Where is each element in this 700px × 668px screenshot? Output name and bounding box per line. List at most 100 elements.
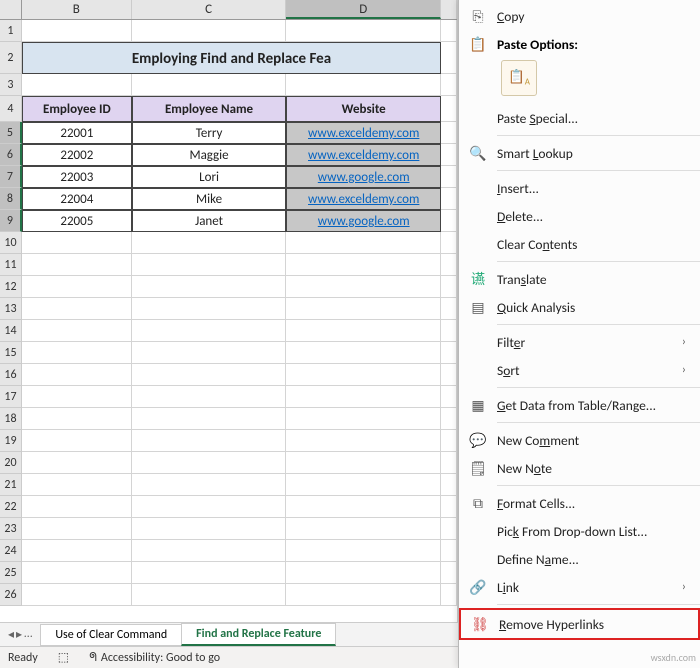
menu-get-data[interactable]: ▦Get Data from Table/Range...: [459, 391, 700, 419]
status-bar: Ready ⬚ ᖗAccessibility: Good to go: [0, 646, 458, 668]
header-web[interactable]: Website: [286, 96, 441, 122]
menu-pick-dropdown[interactable]: Pick From Drop-down List...: [459, 517, 700, 545]
cell-id[interactable]: 22001: [22, 122, 132, 144]
menu-link[interactable]: 🔗Link›: [459, 573, 700, 601]
col-header-b[interactable]: B: [22, 0, 132, 19]
nav-prev-icon[interactable]: ◂: [8, 627, 14, 642]
select-all-corner[interactable]: [0, 0, 22, 19]
col-header-e[interactable]: [441, 0, 457, 19]
chevron-right-icon: ›: [682, 580, 686, 594]
menu-format-cells[interactable]: ⧉Format Cells...: [459, 489, 700, 517]
row-num-25[interactable]: 25: [0, 562, 22, 584]
cell-id[interactable]: 22004: [22, 188, 132, 210]
menu-translate[interactable]: 䜩Translate: [459, 265, 700, 293]
tab-more-icon[interactable]: …: [24, 627, 32, 642]
macro-record-icon[interactable]: ⬚: [58, 650, 69, 665]
link-icon: 🔗: [469, 578, 487, 596]
tab-active[interactable]: Find and Replace Feature: [181, 623, 336, 646]
hyperlink[interactable]: www.google.com: [318, 214, 410, 229]
sheet-tabs: ◂▸… Use of Clear Command Find and Replac…: [0, 622, 458, 646]
watermark: wsxdn.com: [651, 651, 696, 664]
menu-quick-analysis[interactable]: ▤Quick Analysis: [459, 293, 700, 321]
table-icon: ▦: [469, 396, 487, 414]
cell-web[interactable]: www.google.com: [286, 210, 441, 232]
header-name[interactable]: Employee Name: [132, 96, 287, 122]
row-num-11[interactable]: 11: [0, 254, 22, 276]
menu-smart-lookup[interactable]: 🔍Smart Lookup: [459, 139, 700, 167]
row-num-5[interactable]: 5: [0, 122, 22, 144]
cell-web[interactable]: www.google.com: [286, 166, 441, 188]
menu-divider: [497, 324, 700, 325]
row-num-21[interactable]: 21: [0, 474, 22, 496]
row-num-12[interactable]: 12: [0, 276, 22, 298]
cell-name[interactable]: Terry: [132, 122, 287, 144]
cell-name[interactable]: Janet: [132, 210, 287, 232]
menu-divider: [497, 261, 700, 262]
cell-name[interactable]: Lori: [132, 166, 287, 188]
row-num-9[interactable]: 9: [0, 210, 22, 232]
cell-name[interactable]: Mike: [132, 188, 287, 210]
hyperlink[interactable]: www.exceldemy.com: [308, 126, 419, 141]
accessibility-status[interactable]: ᖗAccessibility: Good to go: [89, 651, 220, 665]
menu-copy[interactable]: ⎘Copy: [459, 2, 700, 30]
cell-id[interactable]: 22003: [22, 166, 132, 188]
cell-id[interactable]: 22005: [22, 210, 132, 232]
row-num-2[interactable]: 2: [0, 42, 22, 74]
format-icon: ⧉: [469, 494, 487, 512]
header-id[interactable]: Employee ID: [22, 96, 132, 122]
menu-filter[interactable]: Filter›: [459, 328, 700, 356]
cell-name[interactable]: Maggie: [132, 144, 287, 166]
paste-option-values[interactable]: 📋A: [497, 56, 700, 100]
menu-define-name[interactable]: Define Name...: [459, 545, 700, 573]
row-num-6[interactable]: 6: [0, 144, 22, 166]
tab-nav[interactable]: ◂▸…: [0, 627, 40, 642]
row-num-7[interactable]: 7: [0, 166, 22, 188]
menu-remove-hyperlinks[interactable]: ⛓Remove Hyperlinks: [459, 608, 700, 640]
menu-paste-options-header: 📋Paste Options:: [459, 30, 700, 56]
cell-web[interactable]: www.exceldemy.com: [286, 122, 441, 144]
row-num-17[interactable]: 17: [0, 386, 22, 408]
row-num-18[interactable]: 18: [0, 408, 22, 430]
tab-inactive[interactable]: Use of Clear Command: [40, 624, 182, 646]
row-num-22[interactable]: 22: [0, 496, 22, 518]
row-num-3[interactable]: 3: [0, 74, 22, 96]
chevron-right-icon: ›: [682, 335, 686, 349]
title-cell[interactable]: Employing Find and Replace Fea: [22, 42, 441, 74]
row-num-19[interactable]: 19: [0, 430, 22, 452]
row-num-16[interactable]: 16: [0, 364, 22, 386]
row-num-10[interactable]: 10: [0, 232, 22, 254]
hyperlink[interactable]: www.google.com: [318, 170, 410, 185]
col-header-d[interactable]: D: [286, 0, 441, 19]
spreadsheet-area: B C D 1 2 Employing Find and Replace Fea…: [0, 0, 458, 627]
hyperlink[interactable]: www.exceldemy.com: [308, 148, 419, 163]
menu-paste-special[interactable]: Paste Special...: [459, 104, 700, 132]
row-num-4[interactable]: 4: [0, 96, 22, 122]
cell-web[interactable]: www.exceldemy.com: [286, 144, 441, 166]
row-num-23[interactable]: 23: [0, 518, 22, 540]
menu-insert[interactable]: Insert...: [459, 174, 700, 202]
hyperlink[interactable]: www.exceldemy.com: [308, 192, 419, 207]
menu-sort[interactable]: Sort›: [459, 356, 700, 384]
menu-divider: [497, 387, 700, 388]
row-num-1[interactable]: 1: [0, 20, 22, 42]
menu-new-comment[interactable]: 💬New Comment: [459, 426, 700, 454]
row-num-24[interactable]: 24: [0, 540, 22, 562]
cell-id[interactable]: 22002: [22, 144, 132, 166]
clipboard-values-icon: 📋A: [508, 68, 530, 88]
row-num-8[interactable]: 8: [0, 188, 22, 210]
row-num-14[interactable]: 14: [0, 320, 22, 342]
menu-divider: [497, 485, 700, 486]
menu-clear-contents[interactable]: Clear Contents: [459, 230, 700, 258]
row-num-26[interactable]: 26: [0, 584, 22, 606]
note-icon: 🗒: [469, 459, 487, 477]
row-num-15[interactable]: 15: [0, 342, 22, 364]
comment-icon: 💬: [469, 431, 487, 449]
menu-delete[interactable]: Delete...: [459, 202, 700, 230]
row-num-13[interactable]: 13: [0, 298, 22, 320]
menu-divider: [497, 135, 700, 136]
nav-next-icon[interactable]: ▸: [16, 627, 22, 642]
col-header-c[interactable]: C: [132, 0, 287, 19]
row-num-20[interactable]: 20: [0, 452, 22, 474]
cell-web[interactable]: www.exceldemy.com: [286, 188, 441, 210]
menu-new-note[interactable]: 🗒New Note: [459, 454, 700, 482]
